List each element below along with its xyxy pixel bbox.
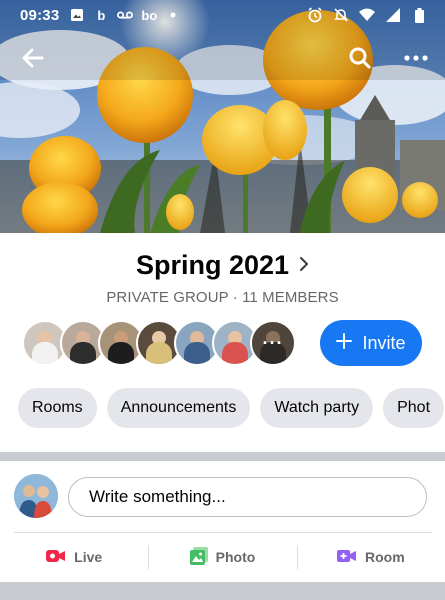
arrow-left-icon[interactable] bbox=[18, 43, 48, 73]
chevron-right-icon bbox=[299, 255, 309, 278]
invite-button[interactable]: Invite bbox=[320, 320, 422, 366]
photo-label: Photo bbox=[215, 549, 256, 565]
dot-icon bbox=[165, 7, 181, 23]
section-divider bbox=[0, 452, 445, 461]
room-label: Room bbox=[364, 549, 405, 565]
photo-icon bbox=[189, 546, 208, 568]
room-video-icon bbox=[336, 548, 357, 567]
status-time: 09:33 bbox=[20, 6, 60, 24]
group-cover-photo bbox=[0, 0, 445, 233]
signal-icon bbox=[385, 7, 401, 23]
more-horizontal-icon[interactable] bbox=[401, 43, 431, 73]
voicemail-icon bbox=[117, 7, 134, 23]
b-app-icon: b bbox=[97, 7, 106, 23]
image-icon bbox=[69, 7, 85, 23]
composer-actions: Live Photo Room bbox=[0, 538, 445, 576]
group-name: Spring 2021 bbox=[135, 250, 290, 280]
live-label: Live bbox=[74, 549, 103, 565]
members-more-label: ··· bbox=[252, 322, 294, 364]
tab-rooms[interactable]: Rooms bbox=[18, 388, 97, 428]
bo-app-icon: bo bbox=[141, 7, 158, 23]
tab-announcements[interactable]: Announcements bbox=[106, 388, 251, 428]
group-tabs: Rooms Announcements Watch party Phot bbox=[18, 388, 445, 428]
avatar[interactable] bbox=[14, 474, 58, 518]
wifi-icon bbox=[359, 7, 375, 23]
post-composer: Write something... bbox=[0, 461, 445, 531]
photo-button[interactable]: Photo bbox=[148, 538, 296, 576]
notifications-off-icon bbox=[333, 7, 349, 23]
status-bar: 09:33 b bo bbox=[0, 0, 445, 30]
tab-watch-party[interactable]: Watch party bbox=[260, 388, 374, 428]
invite-label: Invite bbox=[362, 332, 406, 353]
group-meta: PRIVATE GROUP · 11 MEMBERS bbox=[106, 289, 339, 306]
search-icon[interactable] bbox=[345, 43, 375, 73]
battery-icon bbox=[411, 7, 427, 23]
avatar-more-members[interactable]: ··· bbox=[250, 320, 296, 366]
member-avatars[interactable]: ··· bbox=[22, 320, 296, 366]
live-video-icon bbox=[46, 548, 66, 567]
composer-divider bbox=[14, 532, 432, 533]
section-divider-bottom bbox=[0, 582, 445, 600]
room-button[interactable]: Room bbox=[296, 538, 445, 576]
write-something-input[interactable]: Write something... bbox=[68, 477, 427, 517]
group-title-link[interactable]: Spring 2021 bbox=[0, 250, 445, 281]
tab-photos[interactable]: Phot bbox=[383, 388, 445, 428]
plus-icon bbox=[336, 330, 353, 354]
alarm-icon bbox=[307, 7, 323, 23]
group-top-bar bbox=[0, 38, 445, 78]
live-button[interactable]: Live bbox=[0, 538, 148, 576]
